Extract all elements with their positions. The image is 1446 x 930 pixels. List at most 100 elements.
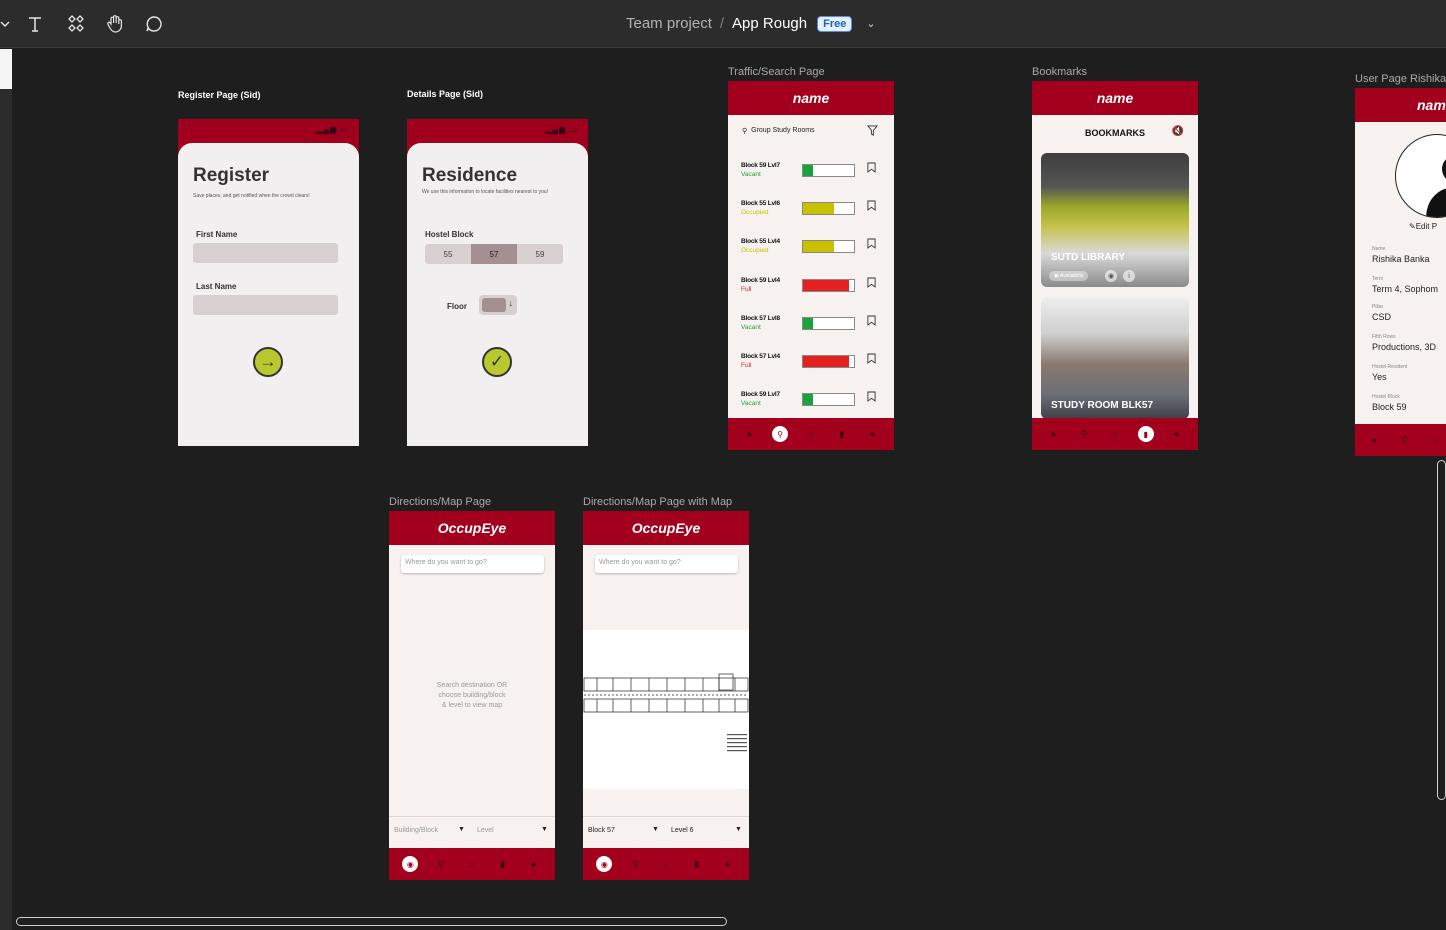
level-dropdown[interactable]: Level 6 <box>671 827 694 834</box>
availability-chip[interactable]: ▣ Availability <box>1049 271 1089 281</box>
first-name-field[interactable] <box>193 243 338 263</box>
frame-label-user[interactable]: User Page Rishika <box>1355 73 1446 85</box>
bookmark-nav-icon[interactable]: ▮ <box>689 859 705 870</box>
bookmark-nav-icon[interactable]: ▮ <box>495 859 511 870</box>
bookmark-icon[interactable] <box>867 162 876 176</box>
profile-nav-icon[interactable]: ● <box>1169 429 1185 439</box>
home-nav-icon[interactable]: ⌂ <box>658 859 674 869</box>
register-card: Register Save places, and get notified w… <box>178 143 359 446</box>
block-option[interactable]: 55 <box>425 244 471 264</box>
frame-label-register[interactable]: Register Page (Sid) <box>178 90 261 100</box>
components-tool-icon[interactable] <box>64 12 88 36</box>
dropdown-arrow-icon[interactable]: ▼ <box>458 826 465 833</box>
map-frame[interactable]: OccupEye Where do you want to go? Search… <box>389 511 555 880</box>
location-pin-icon[interactable]: ◉ <box>1105 270 1117 282</box>
level-dropdown[interactable]: Level <box>477 827 494 834</box>
room-status: Occupied <box>741 247 769 255</box>
floor-plan-map[interactable] <box>583 630 749 789</box>
dropdown-arrow-icon[interactable]: ▼ <box>652 826 659 833</box>
field-label: Hostel Block <box>1372 394 1400 400</box>
mute-icon[interactable]: 🔇 <box>1172 126 1184 137</box>
bookmark-card-study-room[interactable]: STUDY ROOM BLK57 <box>1041 297 1189 419</box>
bookmark-icon[interactable] <box>867 277 876 291</box>
search-nav-icon[interactable]: ⚲ <box>772 426 789 442</box>
destination-search-input[interactable]: Where do you want to go? <box>595 555 738 573</box>
frame-label-map-with-map[interactable]: Directions/Map Page with Map <box>583 496 732 508</box>
frame-label-map[interactable]: Directions/Map Page <box>389 496 491 508</box>
list-item[interactable]: Block 55 Lvl4 Occupied <box>741 238 881 260</box>
bottom-nav: ● ⚲ ⌂ ▮ ● <box>1032 418 1198 450</box>
search-nav-icon[interactable]: ⚲ <box>433 859 449 870</box>
bookmarks-frame[interactable]: name BOOKMARKS 🔇 SUTD LIBRARY ▣ Availabi… <box>1032 81 1198 450</box>
dropdown-arrow-icon[interactable]: ▼ <box>541 826 548 833</box>
profile-nav-icon[interactable]: ● <box>865 429 881 439</box>
building-dropdown[interactable]: Block 57 <box>588 827 615 834</box>
location-nav-icon[interactable]: ● <box>1369 435 1379 445</box>
text-tool-icon[interactable] <box>23 12 47 36</box>
location-nav-icon[interactable]: ● <box>1045 429 1061 439</box>
home-nav-icon[interactable]: ⌂ <box>803 429 819 439</box>
field-label: Name <box>1372 246 1386 252</box>
map-with-map-frame[interactable]: OccupEye Where do you want to go? Block … <box>583 511 749 880</box>
next-button[interactable]: → <box>253 347 283 377</box>
project-name[interactable]: Team project <box>626 15 712 32</box>
frame-label-traffic[interactable]: Traffic/Search Page <box>728 66 825 78</box>
search-bar[interactable]: ⚲ Group Study Rooms <box>742 127 815 135</box>
profile-nav-icon[interactable]: ● <box>526 859 542 869</box>
list-item[interactable]: Block 59 Lvl7 Vacant <box>741 391 881 413</box>
bottom-nav: ● ⚲ ⌂ <box>1355 424 1446 456</box>
building-dropdown[interactable]: Building/Block <box>394 827 438 834</box>
bookmark-icon[interactable] <box>867 391 876 405</box>
info-icon[interactable]: i <box>1123 270 1135 282</box>
file-menu-chevron-icon[interactable]: ⌄ <box>866 17 875 30</box>
floor-dropdown[interactable]: ↓ <box>479 295 517 315</box>
register-frame[interactable]: ▂▄▆ ▭ Register Save places, and get noti… <box>178 119 359 446</box>
bookmark-card-library[interactable]: SUTD LIBRARY ▣ Availability ◉ i <box>1041 153 1189 287</box>
left-panel-edge <box>0 49 12 930</box>
destination-search-input[interactable]: Where do you want to go? <box>401 555 544 573</box>
bookmark-nav-icon[interactable]: ▮ <box>1137 426 1154 442</box>
vertical-scrollbar[interactable] <box>1437 460 1446 800</box>
file-name[interactable]: App Rough <box>732 15 807 32</box>
edit-profile-button[interactable]: ✎Edit P <box>1409 222 1437 231</box>
confirm-button[interactable]: ✓ <box>482 347 512 377</box>
traffic-frame[interactable]: name ⚲ Group Study Rooms Block 59 Lvl7 Va… <box>728 81 894 450</box>
location-nav-icon[interactable]: ◉ <box>596 856 613 872</box>
details-frame[interactable]: ▂▄▆ ▭ Residence We use this information … <box>407 119 588 446</box>
divider <box>389 816 555 817</box>
hostel-block-selector[interactable]: 55 57 59 <box>425 244 563 264</box>
horizontal-scrollbar[interactable] <box>16 917 727 926</box>
last-name-field[interactable] <box>193 295 338 315</box>
list-item[interactable]: Block 57 Lvl8 Vacant <box>741 315 881 337</box>
list-item[interactable]: Block 55 Lvl6 Occupied <box>741 200 881 222</box>
hand-tool-icon[interactable] <box>103 12 127 36</box>
bookmark-nav-icon[interactable]: ▮ <box>834 429 850 440</box>
bookmark-icon[interactable] <box>867 200 876 214</box>
comment-tool-icon[interactable] <box>142 12 166 36</box>
home-nav-icon[interactable]: ⌂ <box>464 859 480 869</box>
profile-nav-icon[interactable]: ● <box>720 859 736 869</box>
location-nav-icon[interactable]: ◉ <box>402 856 419 872</box>
avatar[interactable] <box>1395 134 1446 218</box>
frame-label-details[interactable]: Details Page (Sid) <box>407 89 483 99</box>
bookmark-icon[interactable] <box>867 315 876 329</box>
home-nav-icon[interactable]: ⌂ <box>1107 429 1123 439</box>
bookmark-icon[interactable] <box>867 353 876 367</box>
block-option-selected[interactable]: 57 <box>471 244 517 264</box>
plan-badge[interactable]: Free <box>817 15 853 32</box>
location-nav-icon[interactable]: ● <box>741 429 757 439</box>
bookmark-icon[interactable] <box>867 238 876 252</box>
list-item[interactable]: Block 57 Lvl4 Full <box>741 353 881 375</box>
search-nav-icon[interactable]: ⚲ <box>1399 435 1409 446</box>
home-nav-icon[interactable]: ⌂ <box>1430 435 1440 445</box>
filter-icon[interactable] <box>866 125 879 139</box>
block-option[interactable]: 59 <box>517 244 563 264</box>
search-nav-icon[interactable]: ⚲ <box>1076 429 1092 440</box>
user-frame[interactable]: nam ✎Edit P Name Rishika Banka Term Term… <box>1355 88 1446 456</box>
list-item[interactable]: Block 59 Lvl7 Vacant <box>741 162 881 184</box>
dropdown-arrow-icon[interactable]: ▼ <box>735 826 742 833</box>
chevron-down-icon[interactable] <box>0 12 10 36</box>
frame-label-bookmarks[interactable]: Bookmarks <box>1032 66 1087 78</box>
search-nav-icon[interactable]: ⚲ <box>627 859 643 870</box>
list-item[interactable]: Block 59 Lvl4 Full <box>741 277 881 299</box>
